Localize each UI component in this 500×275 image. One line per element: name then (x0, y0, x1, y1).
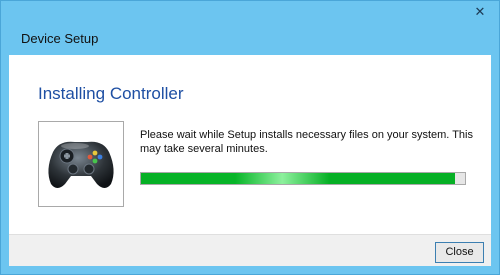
window-title: Device Setup (21, 31, 99, 46)
title-bar: ✕ Device Setup (1, 1, 499, 55)
button-bar: Close (9, 234, 491, 266)
close-button[interactable]: Close (435, 242, 484, 263)
progress-fill (141, 173, 456, 184)
page-heading: Installing Controller (38, 84, 184, 103)
close-window-icon[interactable]: ✕ (469, 3, 491, 21)
device-icon-frame (38, 121, 124, 207)
gamepad-icon (48, 141, 114, 188)
status-message: Please wait while Setup installs necessa… (140, 129, 473, 155)
install-progress-bar (140, 172, 466, 185)
device-setup-window: ✕ Device Setup Installing Controller Ple… (0, 0, 500, 275)
